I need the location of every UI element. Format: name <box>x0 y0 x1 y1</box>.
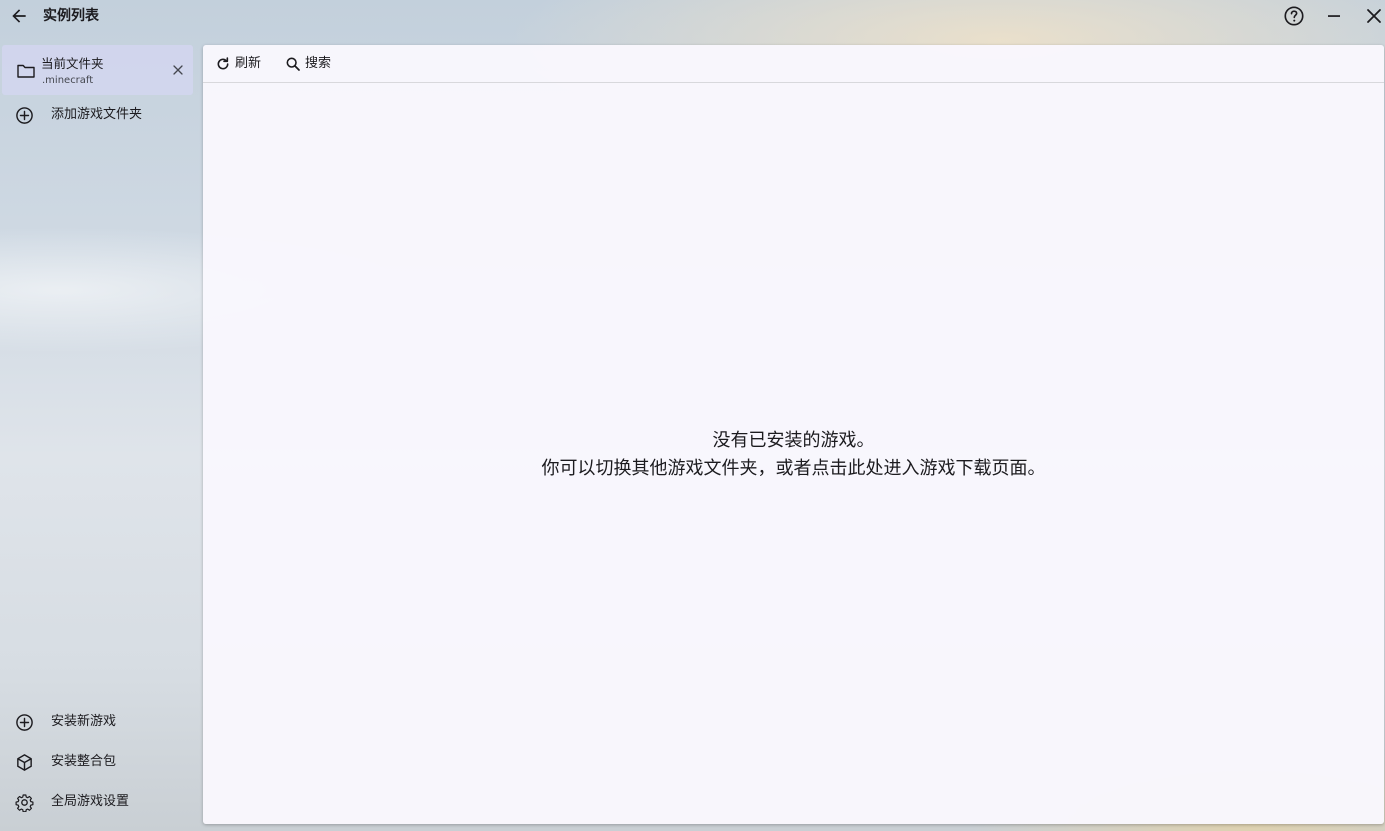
sidebar: 当前文件夹 .minecraft 添加游戏文件夹 安装新游戏 安装整合包 全局游… <box>0 44 200 831</box>
page-title: 实例列表 <box>43 8 99 24</box>
folder-icon <box>17 64 35 78</box>
minimize-icon <box>1328 15 1340 17</box>
refresh-icon <box>214 56 231 73</box>
help-circle-icon <box>1284 6 1304 26</box>
sidebar-item-current-folder[interactable]: 当前文件夹 .minecraft <box>2 45 193 95</box>
refresh-label: 刷新 <box>235 56 262 71</box>
search-label: 搜索 <box>305 56 332 71</box>
folder-title: 当前文件夹 <box>41 56 104 71</box>
add-game-folder-label: 添加游戏文件夹 <box>51 107 143 122</box>
close-button[interactable] <box>1362 4 1385 28</box>
remove-folder-button[interactable] <box>170 62 186 78</box>
empty-state-line-2: 你可以切换其他游戏文件夹，或者点击此处进入游戏下载页面。 <box>541 458 1046 479</box>
install-modpack-button[interactable]: 安装整合包 <box>0 745 200 779</box>
search-button[interactable]: 搜索 <box>284 53 331 75</box>
package-icon <box>17 754 32 771</box>
empty-state-line-1: 没有已安装的游戏。 <box>712 430 875 451</box>
title-bar: 实例列表 <box>0 0 1385 32</box>
close-icon <box>1367 9 1381 23</box>
minimize-button[interactable] <box>1322 4 1346 28</box>
empty-state-message[interactable]: 没有已安装的游戏。 你可以切换其他游戏文件夹，或者点击此处进入游戏下载页面。 <box>203 427 1384 483</box>
install-new-game-label: 安装新游戏 <box>51 714 117 729</box>
toolbar: 刷新 搜索 <box>203 45 1384 83</box>
search-icon <box>284 56 301 73</box>
app-window: 实例列表 当前文件夹 .minecraft 添加游戏文件夹 安装新游戏 安装整合… <box>0 0 1385 831</box>
back-button[interactable] <box>7 4 31 28</box>
install-new-game-button[interactable]: 安装新游戏 <box>0 705 200 739</box>
close-icon <box>173 65 183 75</box>
global-game-settings-label: 全局游戏设置 <box>51 794 130 809</box>
global-game-settings-button[interactable]: 全局游戏设置 <box>0 785 200 819</box>
plus-circle-icon <box>16 107 33 124</box>
gear-icon <box>15 794 34 812</box>
arrow-left-icon <box>12 9 26 23</box>
refresh-button[interactable]: 刷新 <box>214 53 261 75</box>
plus-circle-icon <box>16 714 33 731</box>
add-game-folder-button[interactable]: 添加游戏文件夹 <box>0 98 200 132</box>
instance-list-panel: 刷新 搜索 没有已安装的游戏。 你可以切换其他游戏文件夹，或者点击此处进入游戏下… <box>203 45 1384 824</box>
folder-path: .minecraft <box>42 75 94 86</box>
install-modpack-label: 安装整合包 <box>51 754 117 769</box>
help-button[interactable] <box>1282 4 1306 28</box>
